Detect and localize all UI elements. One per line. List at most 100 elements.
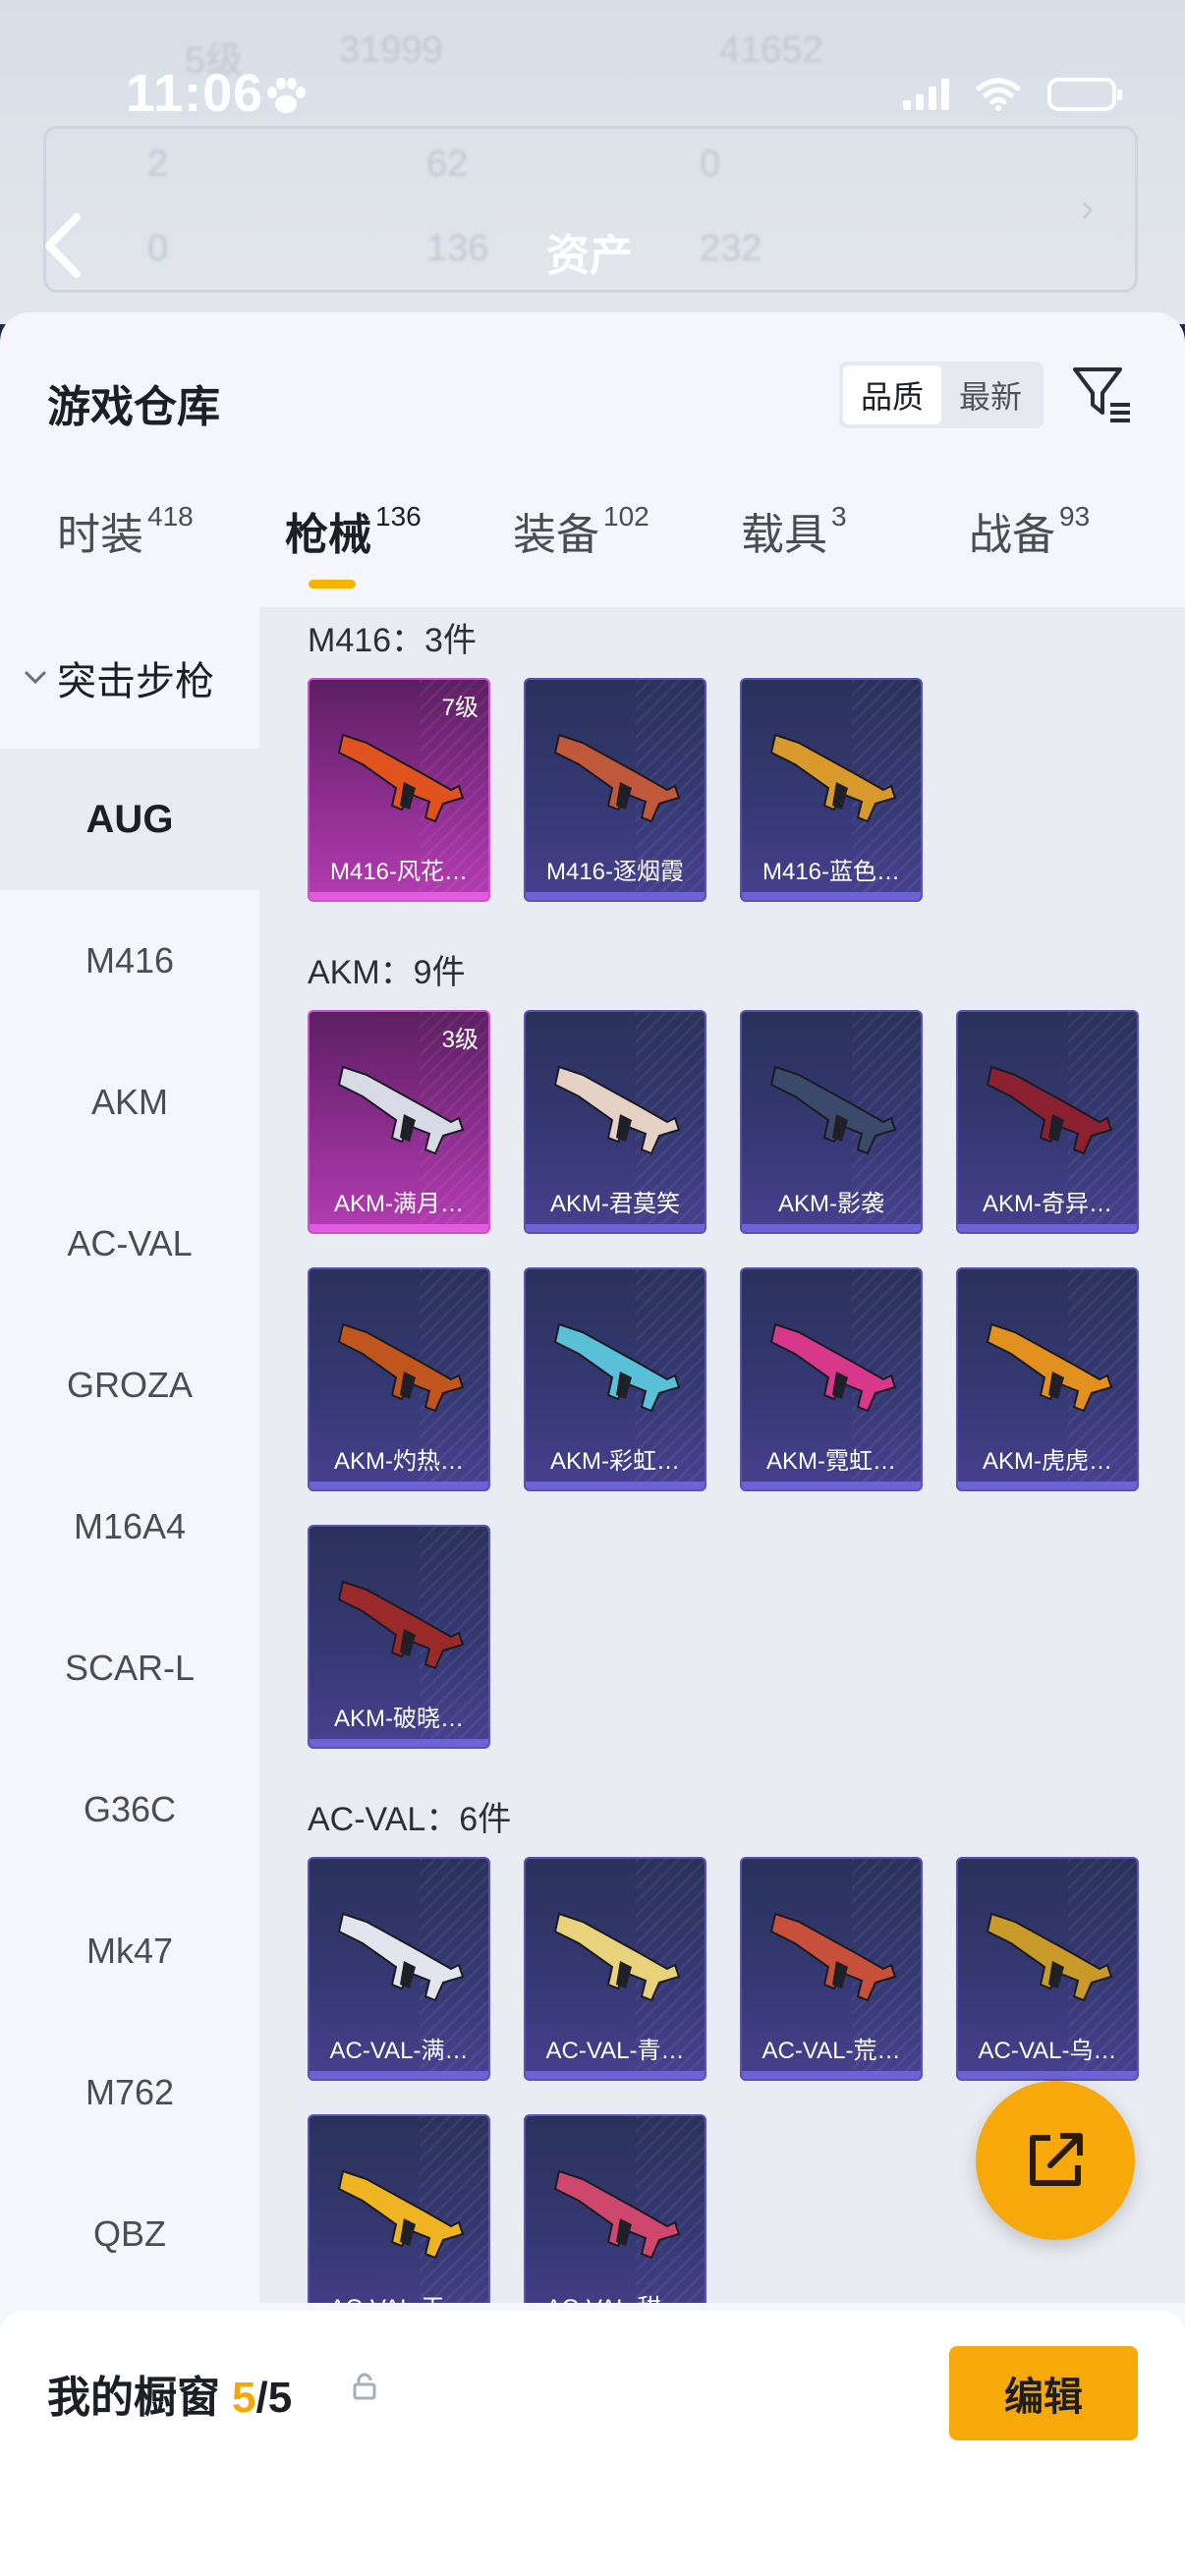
- showcase-bar: 我的橱窗 5 / 5 编辑: [0, 2311, 1185, 2576]
- status-icons: [903, 77, 1122, 112]
- showcase-total: 5: [267, 2374, 293, 2422]
- weapon-grid: M416：3件 7级 M416-风花… M416-逐烟霞 M416-蓝色… AKM：9件 3…: [259, 607, 1185, 2303]
- card-name: AKM-影袭: [778, 1191, 884, 1217]
- rail-item-ac-val[interactable]: AC-VAL: [0, 1173, 259, 1315]
- back-arrow-icon[interactable]: [39, 211, 88, 280]
- card-name: AKM-奇异…: [983, 1191, 1112, 1217]
- rifle-icon: [553, 1912, 681, 2002]
- background-title: 资产: [546, 232, 633, 280]
- signal-icon: [903, 79, 949, 110]
- weapon-card[interactable]: 3级 AKM-满月…: [308, 1010, 490, 1234]
- weapon-card[interactable]: AC-VAL-满…: [308, 1857, 490, 2081]
- rail-item-groza[interactable]: GROZA: [0, 1315, 259, 1456]
- rarity-strip: [310, 1482, 488, 1489]
- rifle-icon: [337, 1322, 465, 1413]
- rifle-icon: [553, 1065, 681, 1155]
- rarity-strip: [742, 2071, 921, 2079]
- rarity-strip: [958, 1482, 1137, 1489]
- card-name: AKM-破晓…: [334, 1706, 464, 1732]
- weapon-card[interactable]: AC-VAL-荒…: [740, 1857, 923, 2081]
- rifle-icon: [337, 2169, 465, 2260]
- section-title: AC-VAL：6件: [308, 1801, 512, 1838]
- rifle-icon: [337, 1912, 465, 2002]
- weapon-card[interactable]: AKM-彩虹…: [524, 1267, 706, 1491]
- sort-option-quality[interactable]: 品质: [843, 365, 941, 424]
- tab-count: 136: [375, 501, 422, 532]
- weapon-category-rail: 突击步枪 AUG M416 AKM AC-VAL GROZA M16A4 SCAR-L G36…: [0, 607, 259, 2303]
- tab-fashion[interactable]: 时装 418: [57, 499, 194, 562]
- weapon-card[interactable]: AKM-霓虹…: [740, 1267, 923, 1491]
- rarity-strip: [742, 1482, 921, 1489]
- rail-item-g36c[interactable]: G36C: [0, 1739, 259, 1880]
- rarity-strip: [310, 1224, 488, 1232]
- rifle-icon: [337, 1580, 465, 1670]
- rail-item-mk47[interactable]: Mk47: [0, 1880, 259, 2022]
- showcase-label: 我的橱窗 5 / 5: [47, 2362, 292, 2425]
- filter-icon[interactable]: [1071, 364, 1134, 426]
- tab-count: 3: [831, 501, 847, 532]
- card-name: AKM-霓虹…: [766, 1448, 896, 1475]
- rifle-icon: [769, 733, 897, 823]
- background-stat: 232: [700, 228, 762, 269]
- card-name: AC-VAL-甜…: [526, 2289, 705, 2303]
- rail-item-aug[interactable]: AUG: [0, 749, 259, 890]
- rarity-strip: [310, 2071, 488, 2079]
- rifle-icon: [553, 733, 681, 823]
- weapon-card[interactable]: AKM-破晓…: [308, 1525, 490, 1749]
- rifle-icon: [553, 2169, 681, 2260]
- card-name: M416-蓝色…: [762, 859, 901, 885]
- rail-item-m16a4[interactable]: M16A4: [0, 1456, 259, 1597]
- card-name: AC-VAL-天…: [310, 2289, 488, 2303]
- weapon-card[interactable]: M416-逐烟霞: [524, 678, 706, 902]
- rarity-strip: [526, 1482, 705, 1489]
- section-title: M416：3件: [308, 622, 477, 659]
- tab-vehicles[interactable]: 载具 3: [741, 499, 847, 562]
- weapon-card[interactable]: AKM-虎虎…: [956, 1267, 1139, 1491]
- edit-button[interactable]: 编辑: [949, 2346, 1138, 2440]
- weapon-card[interactable]: 7级 M416-风花…: [308, 678, 490, 902]
- card-name: AKM-灼热…: [334, 1448, 464, 1475]
- card-level: 3级: [441, 1027, 479, 1053]
- tab-equipment[interactable]: 装备 102: [513, 499, 649, 562]
- rail-item-akm[interactable]: AKM: [0, 1032, 259, 1173]
- tab-label: 装备: [513, 511, 599, 559]
- rarity-strip: [958, 1224, 1137, 1232]
- wifi-icon: [976, 78, 1021, 111]
- weapon-card[interactable]: AC-VAL-甜…: [524, 2114, 706, 2303]
- paw-icon: [267, 78, 306, 113]
- card-name: AC-VAL-青…: [545, 2038, 685, 2064]
- rail-item-m416[interactable]: M416: [0, 890, 259, 1032]
- rail-group-assault-rifles[interactable]: 突击步枪: [0, 607, 259, 749]
- background-stat: 0: [700, 143, 721, 185]
- weapon-card[interactable]: AC-VAL-青…: [524, 1857, 706, 2081]
- weapon-card[interactable]: AC-VAL-乌…: [956, 1857, 1139, 2081]
- rarity-strip: [526, 2071, 705, 2079]
- tab-gear[interactable]: 战备 93: [969, 499, 1090, 562]
- card-name: AKM-满月…: [334, 1191, 464, 1217]
- sort-option-latest[interactable]: 最新: [941, 365, 1040, 424]
- weapon-card[interactable]: AC-VAL-天…: [308, 2114, 490, 2303]
- rarity-strip: [310, 1739, 488, 1747]
- background-stat: 62: [426, 143, 469, 185]
- background-score: 31999: [339, 29, 443, 71]
- rifle-icon: [986, 1322, 1113, 1413]
- weapon-card[interactable]: AKM-灼热…: [308, 1267, 490, 1491]
- background-stat: 2: [147, 143, 169, 185]
- rail-item-scar-l[interactable]: SCAR-L: [0, 1597, 259, 1739]
- weapon-card[interactable]: M416-蓝色…: [740, 678, 923, 902]
- share-button[interactable]: [976, 2081, 1135, 2240]
- card-name: AC-VAL-乌…: [978, 2038, 1117, 2064]
- rifle-icon: [769, 1065, 897, 1155]
- rail-item-m762[interactable]: M762: [0, 2022, 259, 2163]
- rail-item-qbz[interactable]: QBZ: [0, 2163, 259, 2305]
- tab-guns[interactable]: 枪械 136: [285, 499, 422, 562]
- rifle-icon: [337, 1065, 465, 1155]
- sheet-title: 游戏仓库: [47, 383, 220, 431]
- weapon-card[interactable]: AKM-影袭: [740, 1010, 923, 1234]
- weapon-card[interactable]: AKM-奇异…: [956, 1010, 1139, 1234]
- tab-label: 枪械: [285, 511, 371, 559]
- section-title: AKM：9件: [308, 954, 466, 991]
- weapon-card[interactable]: AKM-君莫笑: [524, 1010, 706, 1234]
- card-name: AKM-君莫笑: [550, 1191, 680, 1217]
- rail-group-label: 突击步枪: [57, 660, 214, 703]
